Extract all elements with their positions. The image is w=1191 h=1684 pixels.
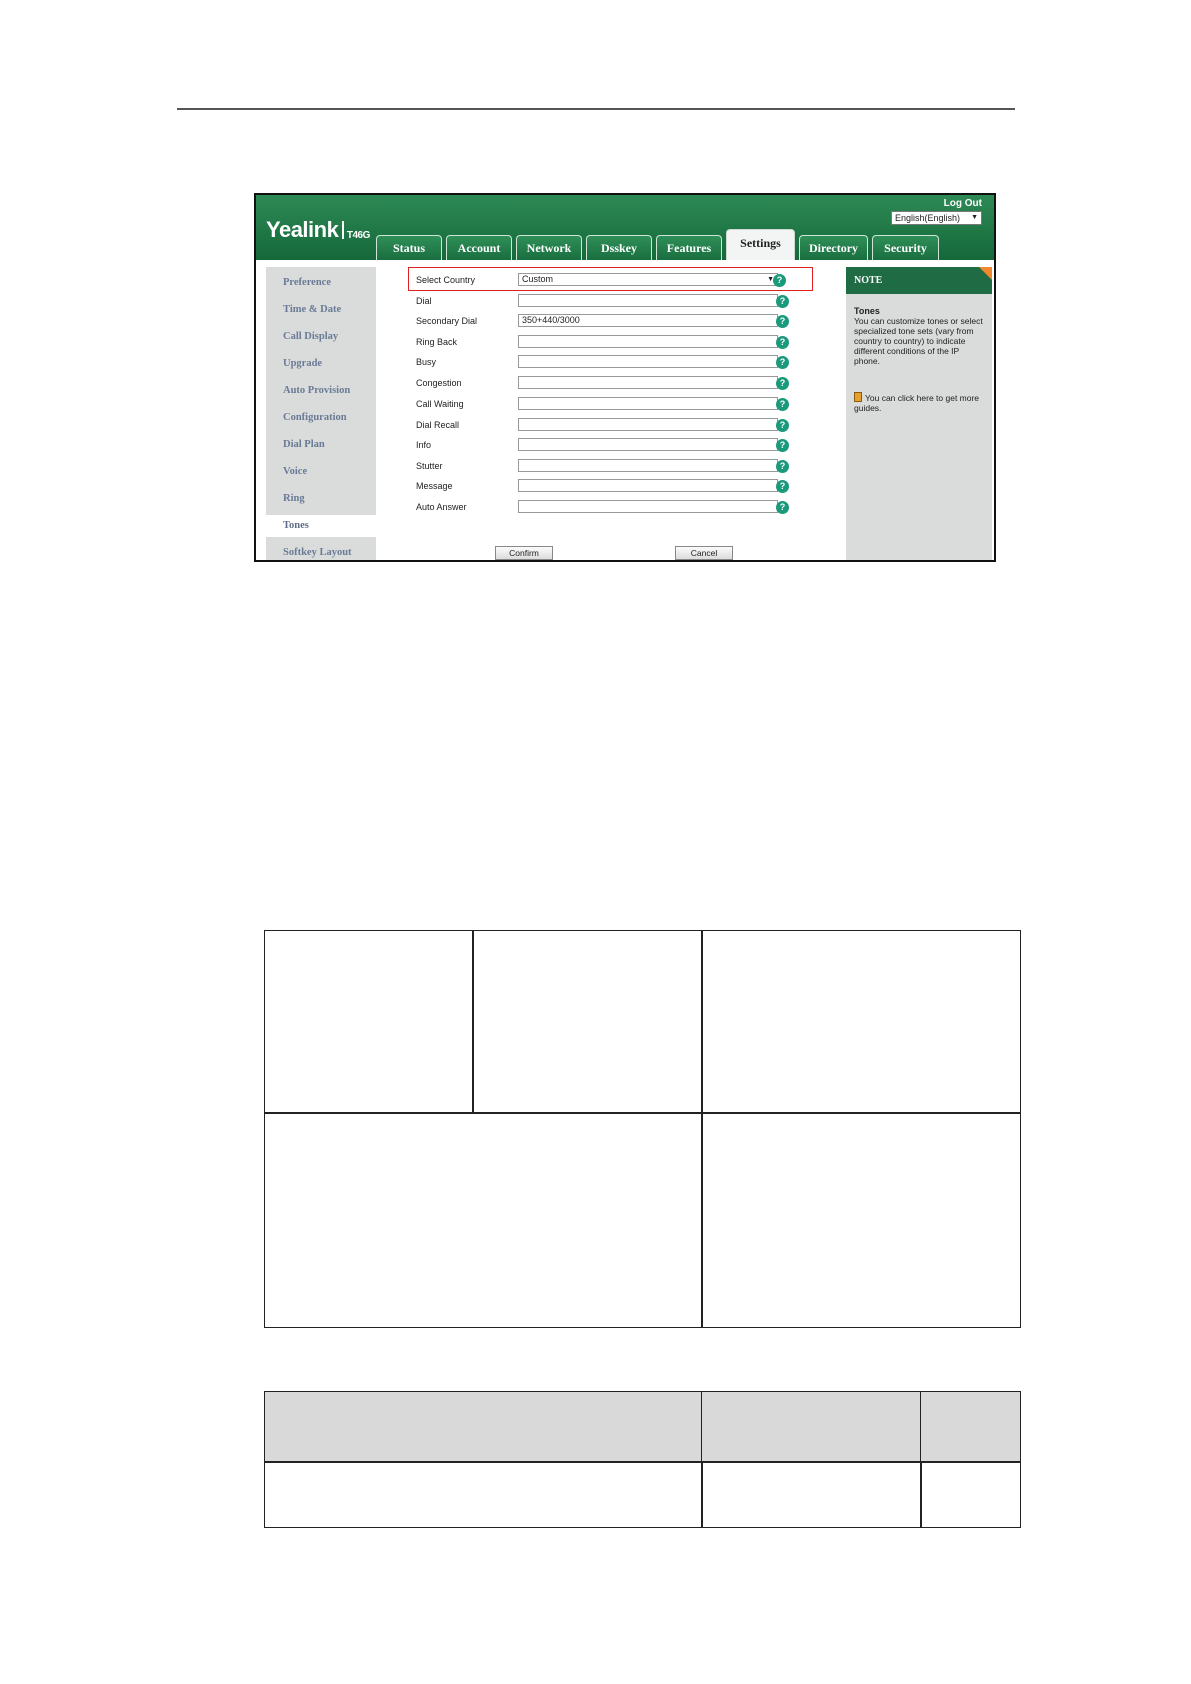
logout-link[interactable]: Log Out — [944, 198, 982, 209]
call-waiting-row: Call Waiting ? — [386, 396, 796, 416]
table-cell — [920, 1461, 1021, 1528]
sidebar-item-time-date[interactable]: Time & Date — [266, 299, 376, 321]
phone-web-ui-screenshot: Yealink T46G Log Out English(English) ▼ St… — [254, 193, 996, 562]
sidebar-item-voice[interactable]: Voice — [266, 461, 376, 483]
tab-dsskey[interactable]: Dsskey — [586, 235, 652, 260]
help-icon[interactable]: ? — [776, 377, 789, 390]
table-header-cell — [264, 1391, 703, 1463]
select-country-row: Select Country Custom ▼ ? — [386, 272, 796, 292]
message-row: Message ? — [386, 478, 796, 498]
call-waiting-input[interactable] — [518, 397, 778, 410]
tab-directory[interactable]: Directory — [799, 235, 868, 260]
tab-features[interactable]: Features — [656, 235, 722, 260]
note-corner-flag — [979, 267, 992, 280]
table-header-cell — [701, 1391, 922, 1463]
note-panel: NOTE Tones You can customize tones or se… — [846, 267, 992, 560]
secondary-dial-input[interactable]: 350+440/3000 — [518, 314, 778, 327]
dial-row: Dial ? — [386, 293, 796, 313]
congestion-input[interactable] — [518, 376, 778, 389]
language-select[interactable]: English(English) ▼ — [891, 211, 982, 225]
sidebar-item-preference[interactable]: Preference — [266, 272, 376, 294]
table-cell — [701, 1112, 1021, 1328]
confirm-button[interactable]: Confirm — [495, 546, 553, 560]
help-icon[interactable]: ? — [776, 356, 789, 369]
select-country-label: Select Country — [416, 275, 476, 285]
ring-back-input[interactable] — [518, 335, 778, 348]
settings-sidebar: Preference Time & Date Call Display Upgr… — [266, 267, 378, 560]
busy-label: Busy — [416, 357, 437, 367]
dial-recall-input[interactable] — [518, 418, 778, 431]
book-icon — [854, 392, 862, 402]
page-header-rule — [177, 108, 1015, 110]
sidebar-item-configuration[interactable]: Configuration — [266, 407, 376, 429]
dial-recall-row: Dial Recall ? — [386, 417, 796, 437]
note-title: Tones — [854, 306, 880, 316]
auto-answer-input[interactable] — [518, 500, 778, 513]
table-cell — [701, 930, 1021, 1114]
table-cell — [701, 1461, 922, 1528]
table-cell — [264, 1112, 703, 1328]
table-header-cell — [920, 1391, 1021, 1463]
stutter-input[interactable] — [518, 459, 778, 472]
secondary-dial-label: Secondary Dial — [416, 316, 478, 326]
dial-recall-label: Dial Recall — [416, 420, 460, 430]
chevron-down-icon: ▼ — [971, 214, 978, 221]
sidebar-item-upgrade[interactable]: Upgrade — [266, 353, 376, 375]
info-input[interactable] — [518, 438, 778, 451]
dial-label: Dial — [416, 296, 432, 306]
select-country-dropdown[interactable]: Custom ▼ — [518, 273, 778, 286]
info-row: Info ? — [386, 437, 796, 457]
help-icon[interactable]: ? — [776, 439, 789, 452]
help-icon[interactable]: ? — [776, 460, 789, 473]
help-icon[interactable]: ? — [776, 315, 789, 328]
stutter-label: Stutter — [416, 461, 443, 471]
tab-settings[interactable]: Settings — [726, 229, 795, 260]
help-icon[interactable]: ? — [776, 398, 789, 411]
help-icon[interactable]: ? — [776, 480, 789, 493]
tab-network[interactable]: Network — [516, 235, 582, 260]
ring-back-row: Ring Back ? — [386, 334, 796, 354]
message-input[interactable] — [518, 479, 778, 492]
cancel-button[interactable]: Cancel — [675, 546, 733, 560]
sidebar-item-softkey-layout[interactable]: Softkey Layout — [266, 542, 376, 560]
sidebar-item-dial-plan[interactable]: Dial Plan — [266, 434, 376, 456]
congestion-row: Congestion ? — [386, 375, 796, 395]
sidebar-item-ring[interactable]: Ring — [266, 488, 376, 510]
tones-form: Select Country Custom ▼ ? Dial ? Secondar… — [386, 260, 813, 560]
sidebar-item-call-display[interactable]: Call Display — [266, 326, 376, 348]
sidebar-item-tones[interactable]: Tones — [266, 515, 378, 537]
help-icon[interactable]: ? — [776, 336, 789, 349]
info-label: Info — [416, 440, 432, 450]
sidebar-item-auto-provision[interactable]: Auto Provision — [266, 380, 376, 402]
table-cell — [264, 930, 474, 1114]
stutter-row: Stutter ? — [386, 458, 796, 478]
auto-answer-label: Auto Answer — [416, 502, 467, 512]
call-waiting-label: Call Waiting — [416, 399, 464, 409]
note-heading: NOTE — [846, 267, 992, 294]
auto-answer-row: Auto Answer ? — [386, 499, 796, 519]
note-guide-link[interactable]: You can click here to get more guides. — [854, 392, 986, 413]
note-text: You can customize tones or select specia… — [854, 316, 983, 366]
tab-security[interactable]: Security — [872, 235, 939, 260]
top-bar: Yealink T46G Log Out English(English) ▼ St… — [256, 195, 994, 260]
help-icon[interactable]: ? — [776, 295, 789, 308]
ring-back-label: Ring Back — [416, 337, 458, 347]
tab-account[interactable]: Account — [446, 235, 512, 260]
tab-status[interactable]: Status — [376, 235, 442, 260]
busy-row: Busy ? — [386, 354, 796, 374]
help-icon[interactable]: ? — [776, 501, 789, 514]
congestion-label: Congestion — [416, 378, 462, 388]
help-icon[interactable]: ? — [776, 419, 789, 432]
busy-input[interactable] — [518, 355, 778, 368]
secondary-dial-row: Secondary Dial 350+440/3000 ? — [386, 313, 796, 333]
table-cell — [472, 930, 703, 1114]
message-label: Message — [416, 481, 453, 491]
help-icon[interactable]: ? — [773, 274, 786, 287]
dial-input[interactable] — [518, 294, 778, 307]
table-cell — [264, 1461, 703, 1528]
yealink-logo: Yealink T46G — [266, 217, 370, 242]
